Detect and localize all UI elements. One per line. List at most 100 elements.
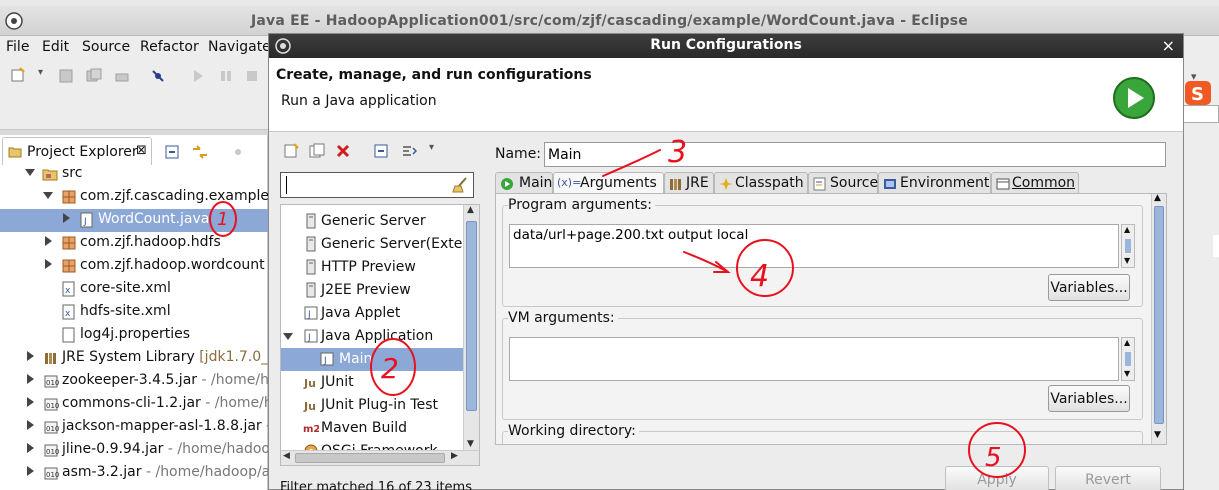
scroll-thumb[interactable]	[295, 453, 445, 463]
sogou-input-icon[interactable]: S	[1184, 80, 1216, 106]
tab-environment[interactable]: Environment	[878, 172, 991, 194]
tree-row-package[interactable]: com.zjf.hadoop.wordcount	[0, 255, 268, 278]
tree-item-http-preview[interactable]: HTTP Preview	[281, 256, 465, 279]
tree-row-xml-file[interactable]: x hdfs-site.xml	[0, 301, 268, 324]
collapsed-icon[interactable]	[27, 443, 34, 453]
collapsed-icon[interactable]	[27, 397, 34, 407]
menu-source[interactable]: Source	[82, 39, 130, 55]
vm-arguments-field[interactable]	[509, 337, 1119, 381]
collapsed-icon[interactable]	[27, 420, 34, 430]
tree-row-package[interactable]: com.zjf.cascading.example	[0, 186, 269, 209]
vm-arguments-scrollbar[interactable]: ▲ ▼	[1121, 337, 1135, 381]
menu-file[interactable]: File	[6, 39, 29, 55]
quick-access-field[interactable]	[1183, 105, 1219, 123]
link-with-editor-icon[interactable]	[191, 144, 209, 160]
tree-row-src[interactable]: src	[0, 163, 268, 186]
clear-broom-icon[interactable]	[451, 176, 469, 194]
tab-source[interactable]: Source	[808, 172, 878, 194]
tree-row-xml-file[interactable]: x core-site.xml	[0, 278, 268, 301]
scroll-down-icon[interactable]: ▼	[1154, 430, 1161, 440]
resume-icon[interactable]	[190, 68, 206, 84]
revert-button[interactable]: Revert	[1055, 466, 1161, 490]
scroll-down-icon[interactable]: ▼	[1124, 256, 1130, 265]
debug-toggle-icon[interactable]	[150, 68, 166, 84]
tree-item-java-application[interactable]: J Java Application	[281, 325, 465, 348]
tree-item-generic-server[interactable]: Generic Server	[281, 210, 465, 233]
suspend-icon[interactable]	[218, 68, 234, 84]
tree-row-wordcount-java[interactable]: J WordCount.java	[0, 209, 268, 232]
filter-dropdown-icon[interactable]: ▾	[429, 142, 434, 153]
expanded-icon[interactable]	[283, 333, 293, 340]
scroll-right-icon[interactable]: ▶	[451, 451, 458, 461]
scroll-thumb[interactable]	[466, 221, 477, 411]
scroll-thumb[interactable]	[1125, 239, 1131, 253]
expanded-icon[interactable]	[25, 169, 35, 176]
menu-edit[interactable]: Edit	[42, 39, 69, 55]
scroll-down-icon[interactable]: ▼	[1124, 369, 1130, 378]
delete-icon[interactable]	[335, 143, 351, 159]
close-icon[interactable]: ⊠	[136, 143, 147, 158]
tree-row-jar[interactable]: 010 asm-3.2.jar - /home/hadoop/app	[0, 462, 288, 485]
collapsed-icon[interactable]	[27, 351, 34, 361]
tab-main[interactable]: Main	[495, 172, 553, 194]
scroll-up-icon[interactable]: ▲	[1124, 225, 1130, 234]
tree-row-jar[interactable]: 010 commons-cli-1.2.jar - /home/ha	[0, 393, 281, 416]
tree-row-properties-file[interactable]: log4j.properties	[0, 324, 268, 347]
apply-button[interactable]: Apply	[945, 466, 1049, 490]
print-icon[interactable]	[114, 68, 130, 84]
program-variables-button[interactable]: Variables...	[1048, 274, 1130, 301]
collapsed-icon[interactable]	[63, 213, 70, 223]
save-all-icon[interactable]	[86, 68, 102, 84]
tree-row-jre-library[interactable]: JRE System Library [jdk1.7.0_65	[0, 347, 286, 370]
tree-item-maven-build[interactable]: m2 Maven Build	[281, 417, 465, 440]
tree-item-j2ee-preview[interactable]: J2EE Preview	[281, 279, 465, 302]
view-menu-icon[interactable]	[230, 144, 246, 160]
tree-vertical-scrollbar[interactable]: ▲ ▼	[463, 205, 479, 453]
collapse-all-icon[interactable]	[373, 143, 389, 159]
tree-item-generic-server-external[interactable]: Generic Server(Extern	[281, 233, 477, 256]
tab-jre[interactable]: JRE	[664, 172, 714, 194]
tab-common[interactable]: Common	[991, 172, 1079, 194]
tree-row-jar[interactable]: 010 jline-0.9.94.jar - /home/hadoop/	[0, 439, 284, 462]
vm-variables-button[interactable]: Variables...	[1048, 385, 1130, 412]
filter-text[interactable]	[284, 176, 444, 194]
panel-vertical-scrollbar[interactable]: ▲ ▼	[1151, 194, 1166, 444]
terminate-icon[interactable]	[244, 68, 260, 84]
scroll-down-icon[interactable]: ▼	[467, 439, 474, 449]
new-icon[interactable]	[10, 67, 26, 83]
collapsed-icon[interactable]	[27, 466, 34, 476]
scroll-thumb[interactable]	[1125, 352, 1131, 366]
project-explorer-tab[interactable]: Project Explorer ⊠	[2, 137, 152, 165]
tree-item-main[interactable]: J Main	[281, 348, 463, 371]
duplicate-icon[interactable]	[309, 143, 325, 159]
tree-item-junit-plugin-test[interactable]: Ju JUnit Plug-in Test	[281, 394, 465, 417]
filter-icon[interactable]	[401, 143, 417, 159]
program-arguments-scrollbar[interactable]: ▲ ▼	[1121, 224, 1135, 268]
filter-input[interactable]	[280, 172, 474, 198]
tree-row-jar[interactable]: 010 zookeeper-3.4.5.jar - /home/had	[0, 370, 286, 393]
tab-classpath[interactable]: Classpath	[714, 172, 808, 194]
scroll-left-icon[interactable]: ◀	[283, 451, 290, 461]
tree-horizontal-scrollbar[interactable]: ◀ ▶	[281, 450, 479, 465]
save-icon[interactable]	[58, 68, 74, 84]
tree-item-java-applet[interactable]: J Java Applet	[281, 302, 465, 325]
tree-row-package[interactable]: com.zjf.hadoop.hdfs	[0, 232, 268, 255]
tab-arguments[interactable]: (x)= Arguments	[553, 172, 664, 195]
new-config-icon[interactable]	[283, 143, 299, 159]
scroll-up-icon[interactable]: ▲	[467, 205, 474, 215]
scroll-up-icon[interactable]: ▲	[1154, 194, 1161, 203]
collapsed-icon[interactable]	[27, 374, 34, 384]
collapse-all-icon[interactable]	[164, 144, 180, 160]
collapsed-icon[interactable]	[45, 259, 52, 269]
close-icon[interactable]: ×	[1162, 36, 1175, 55]
tree-item-junit[interactable]: Ju JUnit	[281, 371, 465, 394]
new-dropdown-icon[interactable]: ▾	[38, 67, 43, 78]
menu-navigate[interactable]: Navigate	[208, 39, 271, 55]
scroll-up-icon[interactable]: ▲	[1124, 338, 1130, 347]
tree-row-jar[interactable]: 010 jackson-mapper-asl-1.8.8.jar - /	[0, 416, 280, 439]
menu-refactor[interactable]: Refactor	[140, 39, 199, 55]
program-arguments-field[interactable]: data/url+page.200.txt output local	[509, 224, 1119, 268]
collapsed-icon[interactable]	[45, 236, 52, 246]
name-field[interactable]	[544, 142, 1166, 167]
expanded-icon[interactable]	[43, 192, 53, 199]
